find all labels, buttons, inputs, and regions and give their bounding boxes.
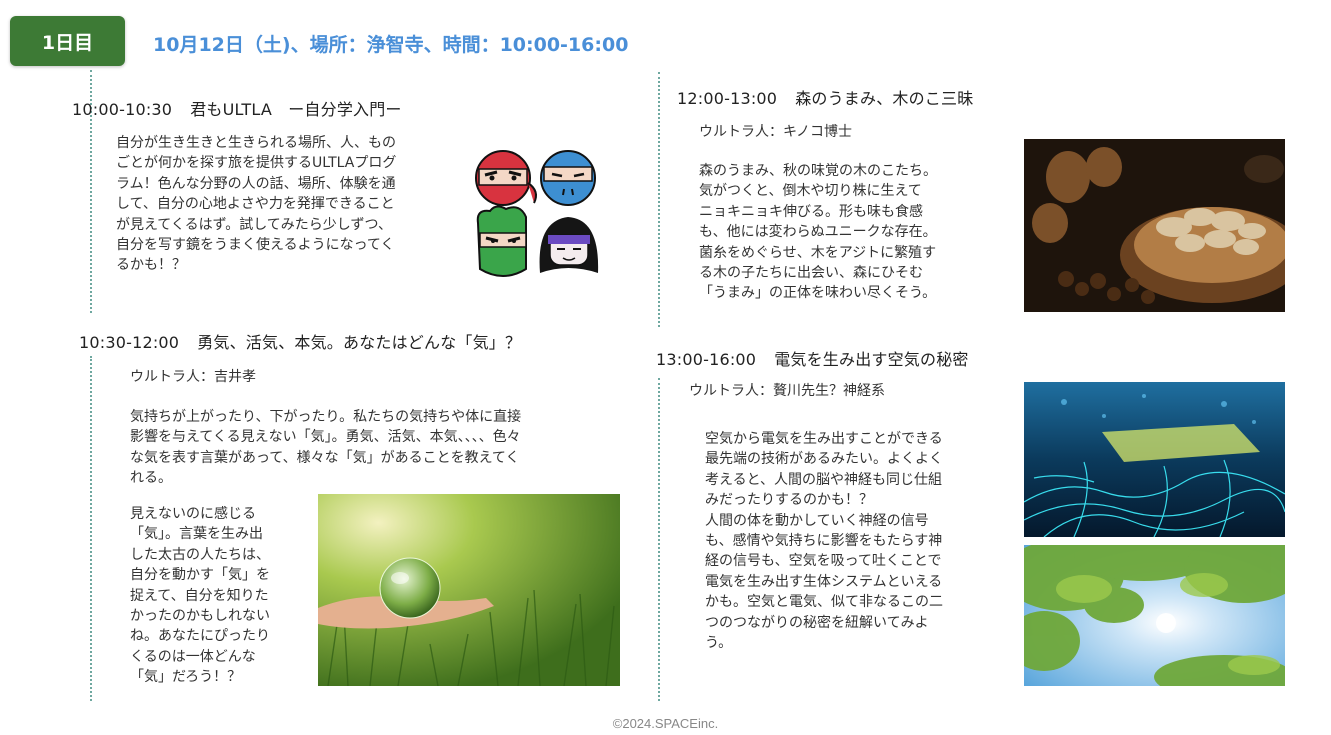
session-1-heading: 10:00-10:30 君もULTLA ー自分学入門ー — [72, 96, 402, 120]
session-4-heading: 13:00-16:00 電気を生み出す空気の秘密 — [656, 346, 969, 370]
tree-canopy-sunlight-photo — [1024, 545, 1285, 686]
mushrooms-chestnuts-photo — [1024, 139, 1285, 312]
session-3-heading: 12:00-13:00 森のうまみ、木のこ三昧 — [677, 85, 973, 109]
event-info: 10月12日（土)、場所：浄智寺、時間：10:00-16:00 — [153, 34, 629, 56]
session-2-description: 気持ちが上がったり、下がったり。私たちの気持ちや体に直接 影響を与えてくる見えな… — [130, 409, 522, 487]
session-3-time: 12:00-13:00 — [677, 89, 778, 108]
session-2-time: 10:30-12:00 — [79, 333, 180, 352]
session-4-time: 13:00-16:00 — [656, 350, 757, 369]
day-badge: 1日目 — [10, 16, 125, 66]
session-4-description: 空気から電気を生み出すことができる 最先端の技術があるみたい。よくよく 考えると… — [705, 431, 943, 652]
session-1-title: 君もULTLA ー自分学入門ー — [190, 100, 402, 119]
left-dotted-divider-lower — [90, 356, 92, 701]
glass-globe-in-hand-grass-photo — [318, 494, 620, 686]
glowing-neural-network-photo — [1024, 382, 1285, 537]
session-2-presenter: ウルトラ人：吉井孝 — [130, 369, 256, 385]
session-3-presenter: ウルトラ人：キノコ博士 — [699, 124, 853, 140]
session-3-title: 森のうまみ、木のこ三昧 — [795, 89, 974, 108]
session-2-description-continued: 見えないのに感じる 「気」。言葉を生み出 した太古の人たちは、 自分を動かす「気… — [130, 506, 270, 686]
session-2-title: 勇気、活気、本気。あなたはどんな「気」？ — [197, 333, 522, 352]
center-dotted-divider — [658, 72, 660, 327]
center-dotted-divider-lower — [658, 378, 660, 701]
session-1-description: 自分が生き生きと生きられる場所、人、もの ごとが何かを探す旅を提供するULTLA… — [116, 135, 397, 274]
session-3-description: 森のうまみ、秋の味覚の木のこたち。 気がつくと、倒木や切り株に生えて ニョキニョ… — [699, 163, 937, 302]
session-4-title: 電気を生み出す空気の秘密 — [774, 350, 969, 369]
copyright-footer: ©2024.SPACEinc. — [612, 716, 719, 731]
ninja-characters-illustration — [470, 145, 602, 285]
session-4-presenter: ウルトラ人：贅川先生？神経系 — [689, 383, 885, 399]
session-2-heading: 10:30-12:00 勇気、活気、本気。あなたはどんな「気」？ — [79, 329, 521, 353]
session-1-time: 10:00-10:30 — [72, 100, 173, 119]
